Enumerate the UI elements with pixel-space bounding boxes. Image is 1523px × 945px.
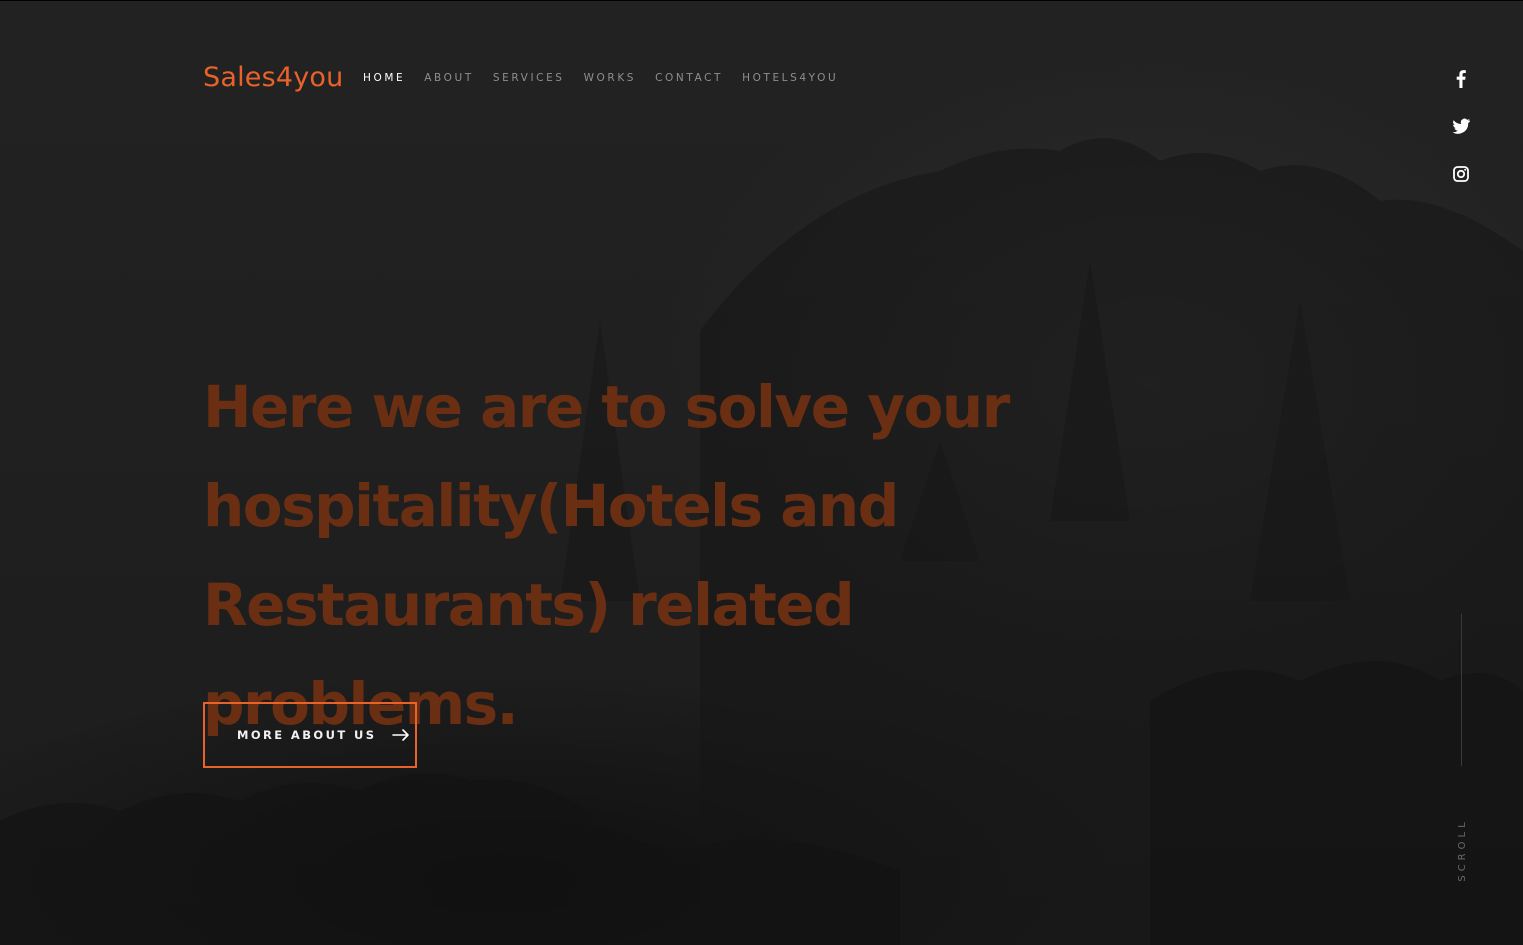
hero-headline: Here we are to solve your hospitality(Ho…: [203, 373, 1010, 738]
facebook-icon[interactable]: [1449, 66, 1473, 90]
more-about-us-button[interactable]: MORE ABOUT US: [203, 702, 417, 768]
instagram-icon[interactable]: [1449, 162, 1473, 186]
nav-item-works[interactable]: WORKS: [584, 72, 637, 84]
cta-label: MORE ABOUT US: [237, 728, 377, 742]
nav-item-contact[interactable]: CONTACT: [655, 72, 723, 84]
scroll-indicator-line: [1461, 614, 1462, 766]
nav-item-hotels4you[interactable]: HOTELS4YOU: [742, 72, 838, 84]
nav-item-services[interactable]: SERVICES: [493, 72, 565, 84]
twitter-icon[interactable]: [1449, 114, 1473, 138]
nav-item-about[interactable]: ABOUT: [424, 72, 474, 84]
brand-logo[interactable]: Sales4you: [203, 62, 343, 93]
main-nav: HOME ABOUT SERVICES WORKS CONTACT HOTELS…: [363, 72, 857, 84]
arrow-right-icon: [392, 729, 410, 741]
scroll-label[interactable]: SCROLL: [1457, 805, 1471, 895]
nav-item-home[interactable]: HOME: [363, 72, 405, 84]
social-links: [1449, 66, 1473, 210]
